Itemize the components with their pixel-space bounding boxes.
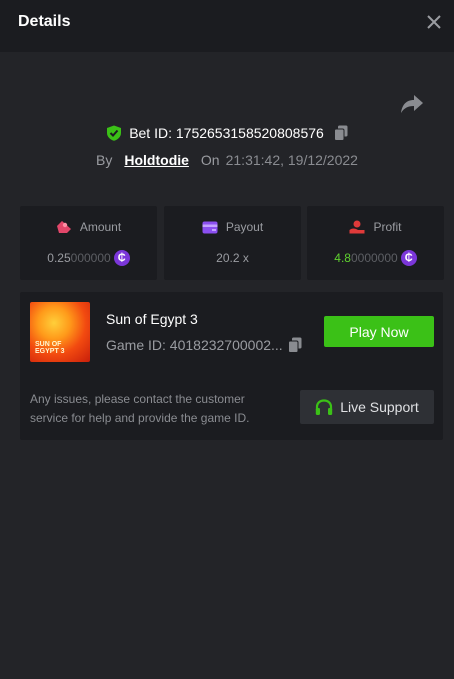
bet-time: 21:31:42, 19/12/2022 xyxy=(225,152,358,168)
copy-icon[interactable] xyxy=(287,337,302,353)
bet-id: Bet ID: 1752653158520808576 xyxy=(129,125,324,141)
game-id-row: Game ID: 4018232700002... xyxy=(106,337,302,353)
close-icon[interactable] xyxy=(424,12,444,32)
payout-card: Payout 20.2 x xyxy=(164,206,301,280)
amount-card: Amount 0.25 000000 ₵ xyxy=(20,206,157,280)
coin-icon: ₵ xyxy=(113,250,130,266)
game-card: SUN OF EGYPT 3 Sun of Egypt 3 Game ID: 4… xyxy=(20,292,443,440)
amount-label: Amount xyxy=(79,220,122,234)
header: Details xyxy=(0,0,454,52)
thumb-title-line-2: EGYPT 3 xyxy=(35,348,65,355)
game-thumbnail[interactable]: SUN OF EGYPT 3 xyxy=(30,302,90,362)
share-icon[interactable] xyxy=(400,93,424,115)
payout-label: Payout xyxy=(225,220,264,234)
profit-icon xyxy=(349,220,365,234)
live-support-label: Live Support xyxy=(340,399,419,415)
bet-meta-row: By Holdtodie On 21:31:42, 19/12/2022 xyxy=(0,150,454,170)
play-now-button[interactable]: Play Now xyxy=(324,316,434,347)
by-label: By xyxy=(96,152,113,168)
coin-icon: ₵ xyxy=(400,250,417,266)
on-label: On xyxy=(200,152,220,168)
page-title: Details xyxy=(18,13,71,30)
live-support-button[interactable]: Live Support xyxy=(300,390,434,424)
shield-check-icon xyxy=(107,125,122,141)
thumb-title-line-1: SUN OF xyxy=(35,341,62,348)
amount-value: 0.25 000000 ₵ xyxy=(20,248,157,268)
game-name[interactable]: Sun of Egypt 3 xyxy=(106,311,198,327)
profit-label: Profit xyxy=(373,220,402,234)
profit-value: 4.8 0000000 ₵ xyxy=(307,248,444,268)
copy-icon[interactable] xyxy=(333,125,348,141)
wallet-icon xyxy=(202,221,218,233)
payout-value: 20.2 x xyxy=(216,251,249,265)
profit-card: Profit 4.8 0000000 ₵ xyxy=(307,206,444,280)
amount-icon xyxy=(56,221,71,233)
bet-id-row: Bet ID: 1752653158520808576 xyxy=(0,123,454,143)
headset-icon xyxy=(315,398,333,415)
game-id: Game ID: 4018232700002... xyxy=(106,337,283,353)
support-notice: Any issues, please contact the customer … xyxy=(30,392,250,425)
user-link[interactable]: Holdtodie xyxy=(124,152,189,168)
